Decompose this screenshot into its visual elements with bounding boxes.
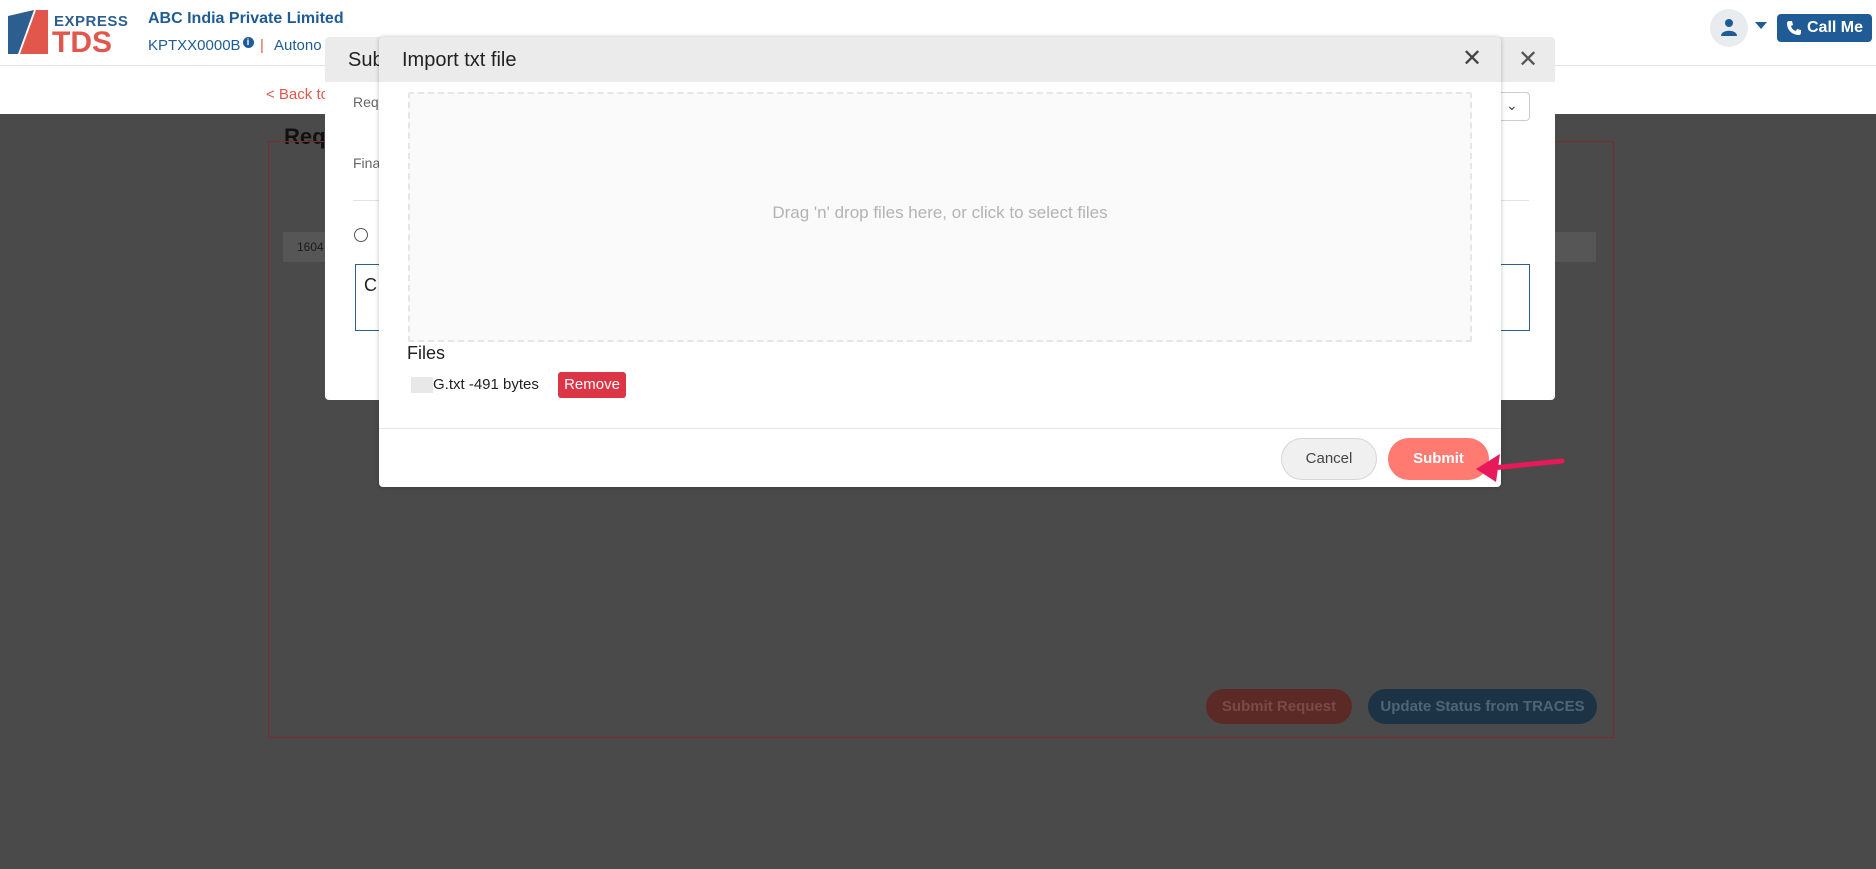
header-separator: | — [260, 37, 264, 54]
chevron-down-icon[interactable] — [1755, 22, 1767, 29]
close-icon[interactable]: ✕ — [1462, 44, 1482, 73]
import-txt-modal: Import txt file ✕ Drag 'n' drop files he… — [379, 37, 1501, 487]
call-me-button[interactable]: Call Me — [1777, 14, 1872, 42]
pan-number: KPTXX0000B i — [148, 37, 254, 54]
submit-request-button[interactable]: Submit Request — [1206, 689, 1352, 724]
request-type-label: Req — [353, 94, 379, 110]
mode-label[interactable]: Autono — [274, 37, 322, 54]
pan-text: KPTXX0000B — [148, 37, 241, 54]
file-dropzone[interactable]: Drag 'n' drop files here, or click to se… — [408, 92, 1472, 342]
import-modal-header — [379, 37, 1501, 82]
file-name: G.txt -491 bytes — [433, 376, 539, 393]
back-link[interactable]: < Back to — [266, 86, 329, 103]
redacted-filename — [411, 377, 433, 393]
company-name: ABC India Private Limited — [148, 10, 344, 27]
call-me-label: Call Me — [1807, 19, 1864, 36]
update-status-button[interactable]: Update Status from TRACES — [1368, 689, 1597, 724]
files-heading: Files — [407, 343, 446, 363]
annotation-arrow-icon — [1476, 454, 1565, 482]
cancel-button[interactable]: Cancel — [1281, 438, 1377, 480]
dropzone-text: Drag 'n' drop files here, or click to se… — [772, 203, 1108, 222]
express-tds-logo[interactable]: EXPRESS TDS — [8, 10, 128, 58]
logo-tds-text: TDS — [52, 26, 112, 59]
highlighted-box-text: C — [364, 275, 377, 295]
remove-file-button[interactable]: Remove — [558, 372, 626, 398]
strip-text: 1604 — [297, 240, 324, 254]
user-icon — [1721, 19, 1737, 36]
import-modal-title: Import txt file — [402, 49, 517, 71]
info-icon[interactable]: i — [242, 37, 254, 48]
close-icon[interactable]: ✕ — [1518, 45, 1538, 74]
option-radio[interactable] — [354, 228, 368, 242]
user-menu-button[interactable] — [1710, 9, 1748, 47]
footer-divider — [379, 428, 1501, 429]
phone-icon — [1787, 21, 1801, 35]
chevron-down-icon: ⌄ — [1506, 97, 1518, 113]
financial-year-label: Fina — [353, 155, 381, 171]
logo-mark-icon — [8, 10, 48, 54]
